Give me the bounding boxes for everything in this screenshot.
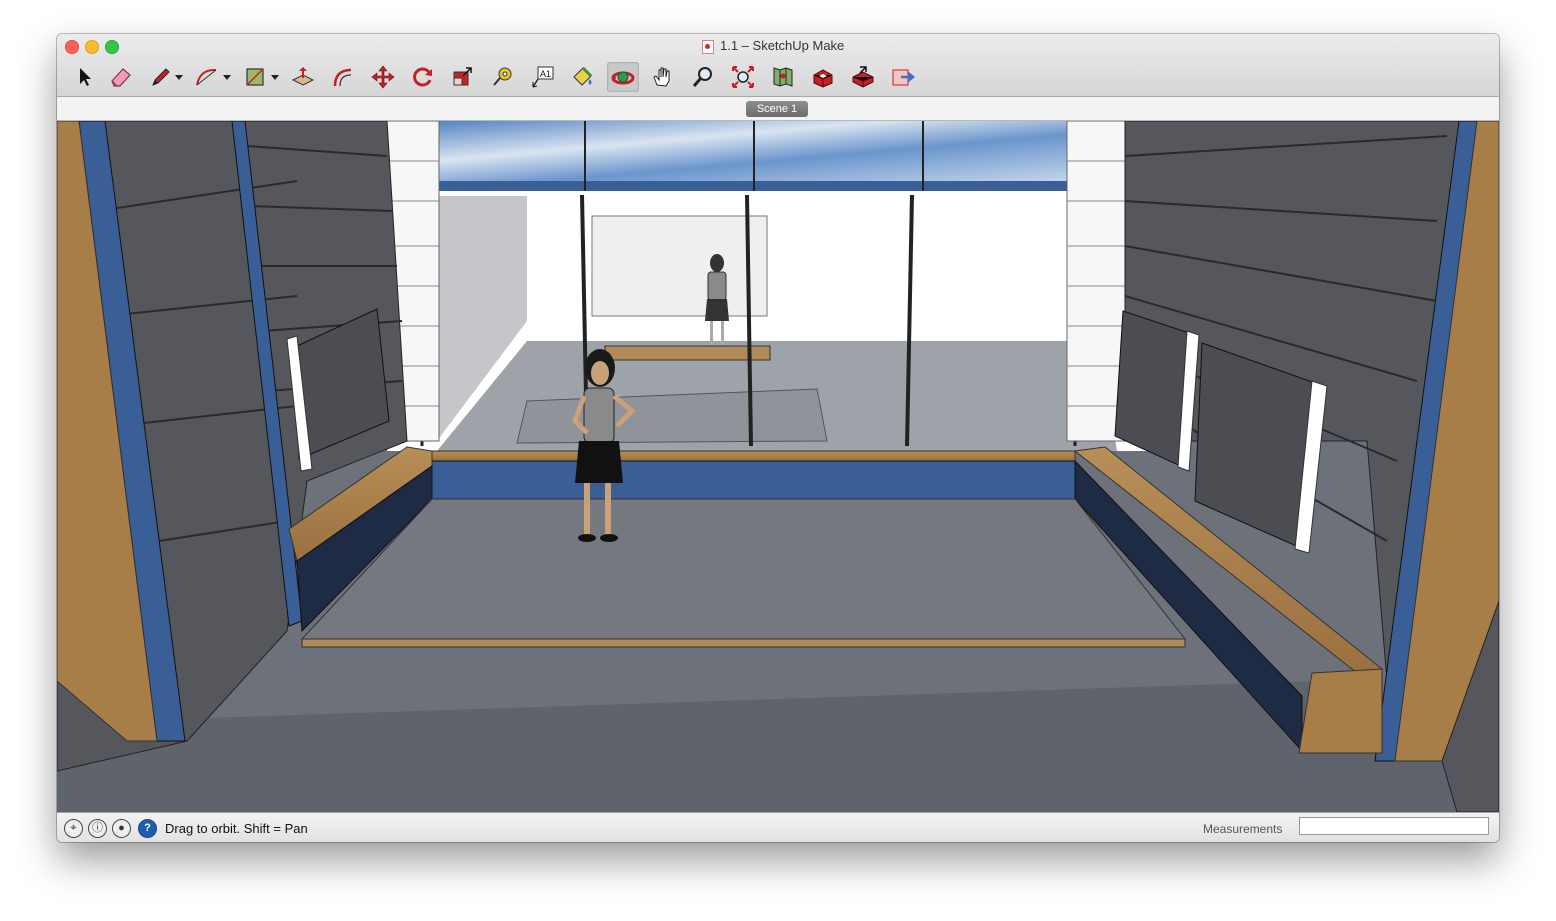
user-account-icon[interactable]: ● [112, 819, 131, 838]
text-a1-icon: A1 [532, 66, 554, 88]
window-title: 1.1 – SketchUp Make [720, 38, 845, 53]
map-location-icon [773, 67, 793, 87]
zoom-extents-tool-button[interactable] [727, 62, 759, 92]
scenes-bar: Scene 1 [57, 97, 1499, 121]
paint-bucket-tool-button[interactable] [567, 62, 599, 92]
warehouse-icon [813, 69, 833, 88]
share-model-tool-button[interactable] [847, 62, 879, 92]
arc-tool-button[interactable] [191, 62, 223, 92]
arrow-cursor-icon [80, 68, 91, 86]
magnifier-icon [692, 67, 712, 87]
offset-tool-button[interactable] [327, 62, 359, 92]
status-hint: Drag to orbit. Shift = Pan [165, 821, 308, 836]
help-icon[interactable]: ? [138, 819, 157, 838]
svg-text:A1: A1 [540, 69, 551, 79]
sky-window [417, 121, 1085, 181]
line-tool-dropdown[interactable] [175, 75, 183, 80]
document-icon [702, 40, 714, 54]
measurements-input[interactable] [1299, 817, 1489, 835]
scale-tool-button[interactable] [447, 62, 479, 92]
push-pull-tool-button[interactable] [287, 62, 319, 92]
tape-measure-tool-button[interactable] [487, 62, 519, 92]
sketchup-window: 1.1 – SketchUp Make A1 Scene 1 ⌖ ⓘ ● ? D… [57, 34, 1499, 842]
3d-warehouse-tool-button[interactable] [807, 62, 839, 92]
scene-tab[interactable]: Scene 1 [746, 101, 808, 117]
drawing-viewport[interactable] [57, 120, 1499, 813]
minimize-window-button[interactable] [85, 40, 99, 54]
geo-location-icon[interactable]: ⌖ [64, 819, 83, 838]
paint-bucket-icon [573, 66, 593, 86]
status-bar: ⌖ ⓘ ● ? Drag to orbit. Shift = Pan Measu… [57, 812, 1499, 842]
close-window-button[interactable] [65, 40, 79, 54]
share-model-icon [852, 66, 874, 88]
rotate-tool-button[interactable] [407, 62, 439, 92]
title-bar: 1.1 – SketchUp Make A1 [57, 34, 1499, 97]
eraser-tool-button[interactable] [105, 62, 137, 92]
line-tool-button[interactable] [145, 62, 177, 92]
zoom-extents-icon [732, 66, 754, 88]
measurements-label: Measurements [1203, 822, 1283, 836]
rectangle-icon [246, 68, 264, 86]
push-pull-icon [291, 67, 315, 86]
extension-warehouse-tool-button[interactable] [887, 62, 919, 92]
scale-icon [453, 67, 472, 86]
arc-tool-dropdown[interactable] [223, 75, 231, 80]
orbit-icon [611, 71, 635, 85]
rectangle-tool-button[interactable] [239, 62, 271, 92]
zoom-window-button[interactable] [105, 40, 119, 54]
rectangle-tool-dropdown[interactable] [271, 75, 279, 80]
credits-icon[interactable]: ⓘ [88, 819, 107, 838]
pan-tool-button[interactable] [647, 62, 679, 92]
offset-icon [333, 68, 352, 87]
move-arrows-icon [371, 65, 395, 89]
tape-measure-icon [493, 67, 512, 86]
move-tool-button[interactable] [367, 62, 399, 92]
add-location-tool-button[interactable] [767, 62, 799, 92]
orbit-tool-button[interactable] [607, 62, 639, 92]
hand-icon [653, 67, 670, 87]
pencil-icon [152, 68, 170, 86]
model-scene[interactable] [57, 120, 1499, 813]
extension-icon [892, 69, 916, 86]
arc-icon [196, 68, 217, 86]
zoom-tool-button[interactable] [687, 62, 719, 92]
rotate-icon [413, 67, 432, 87]
eraser-icon [111, 68, 131, 87]
text-tool-button[interactable]: A1 [527, 62, 559, 92]
select-tool-button[interactable] [69, 62, 101, 92]
